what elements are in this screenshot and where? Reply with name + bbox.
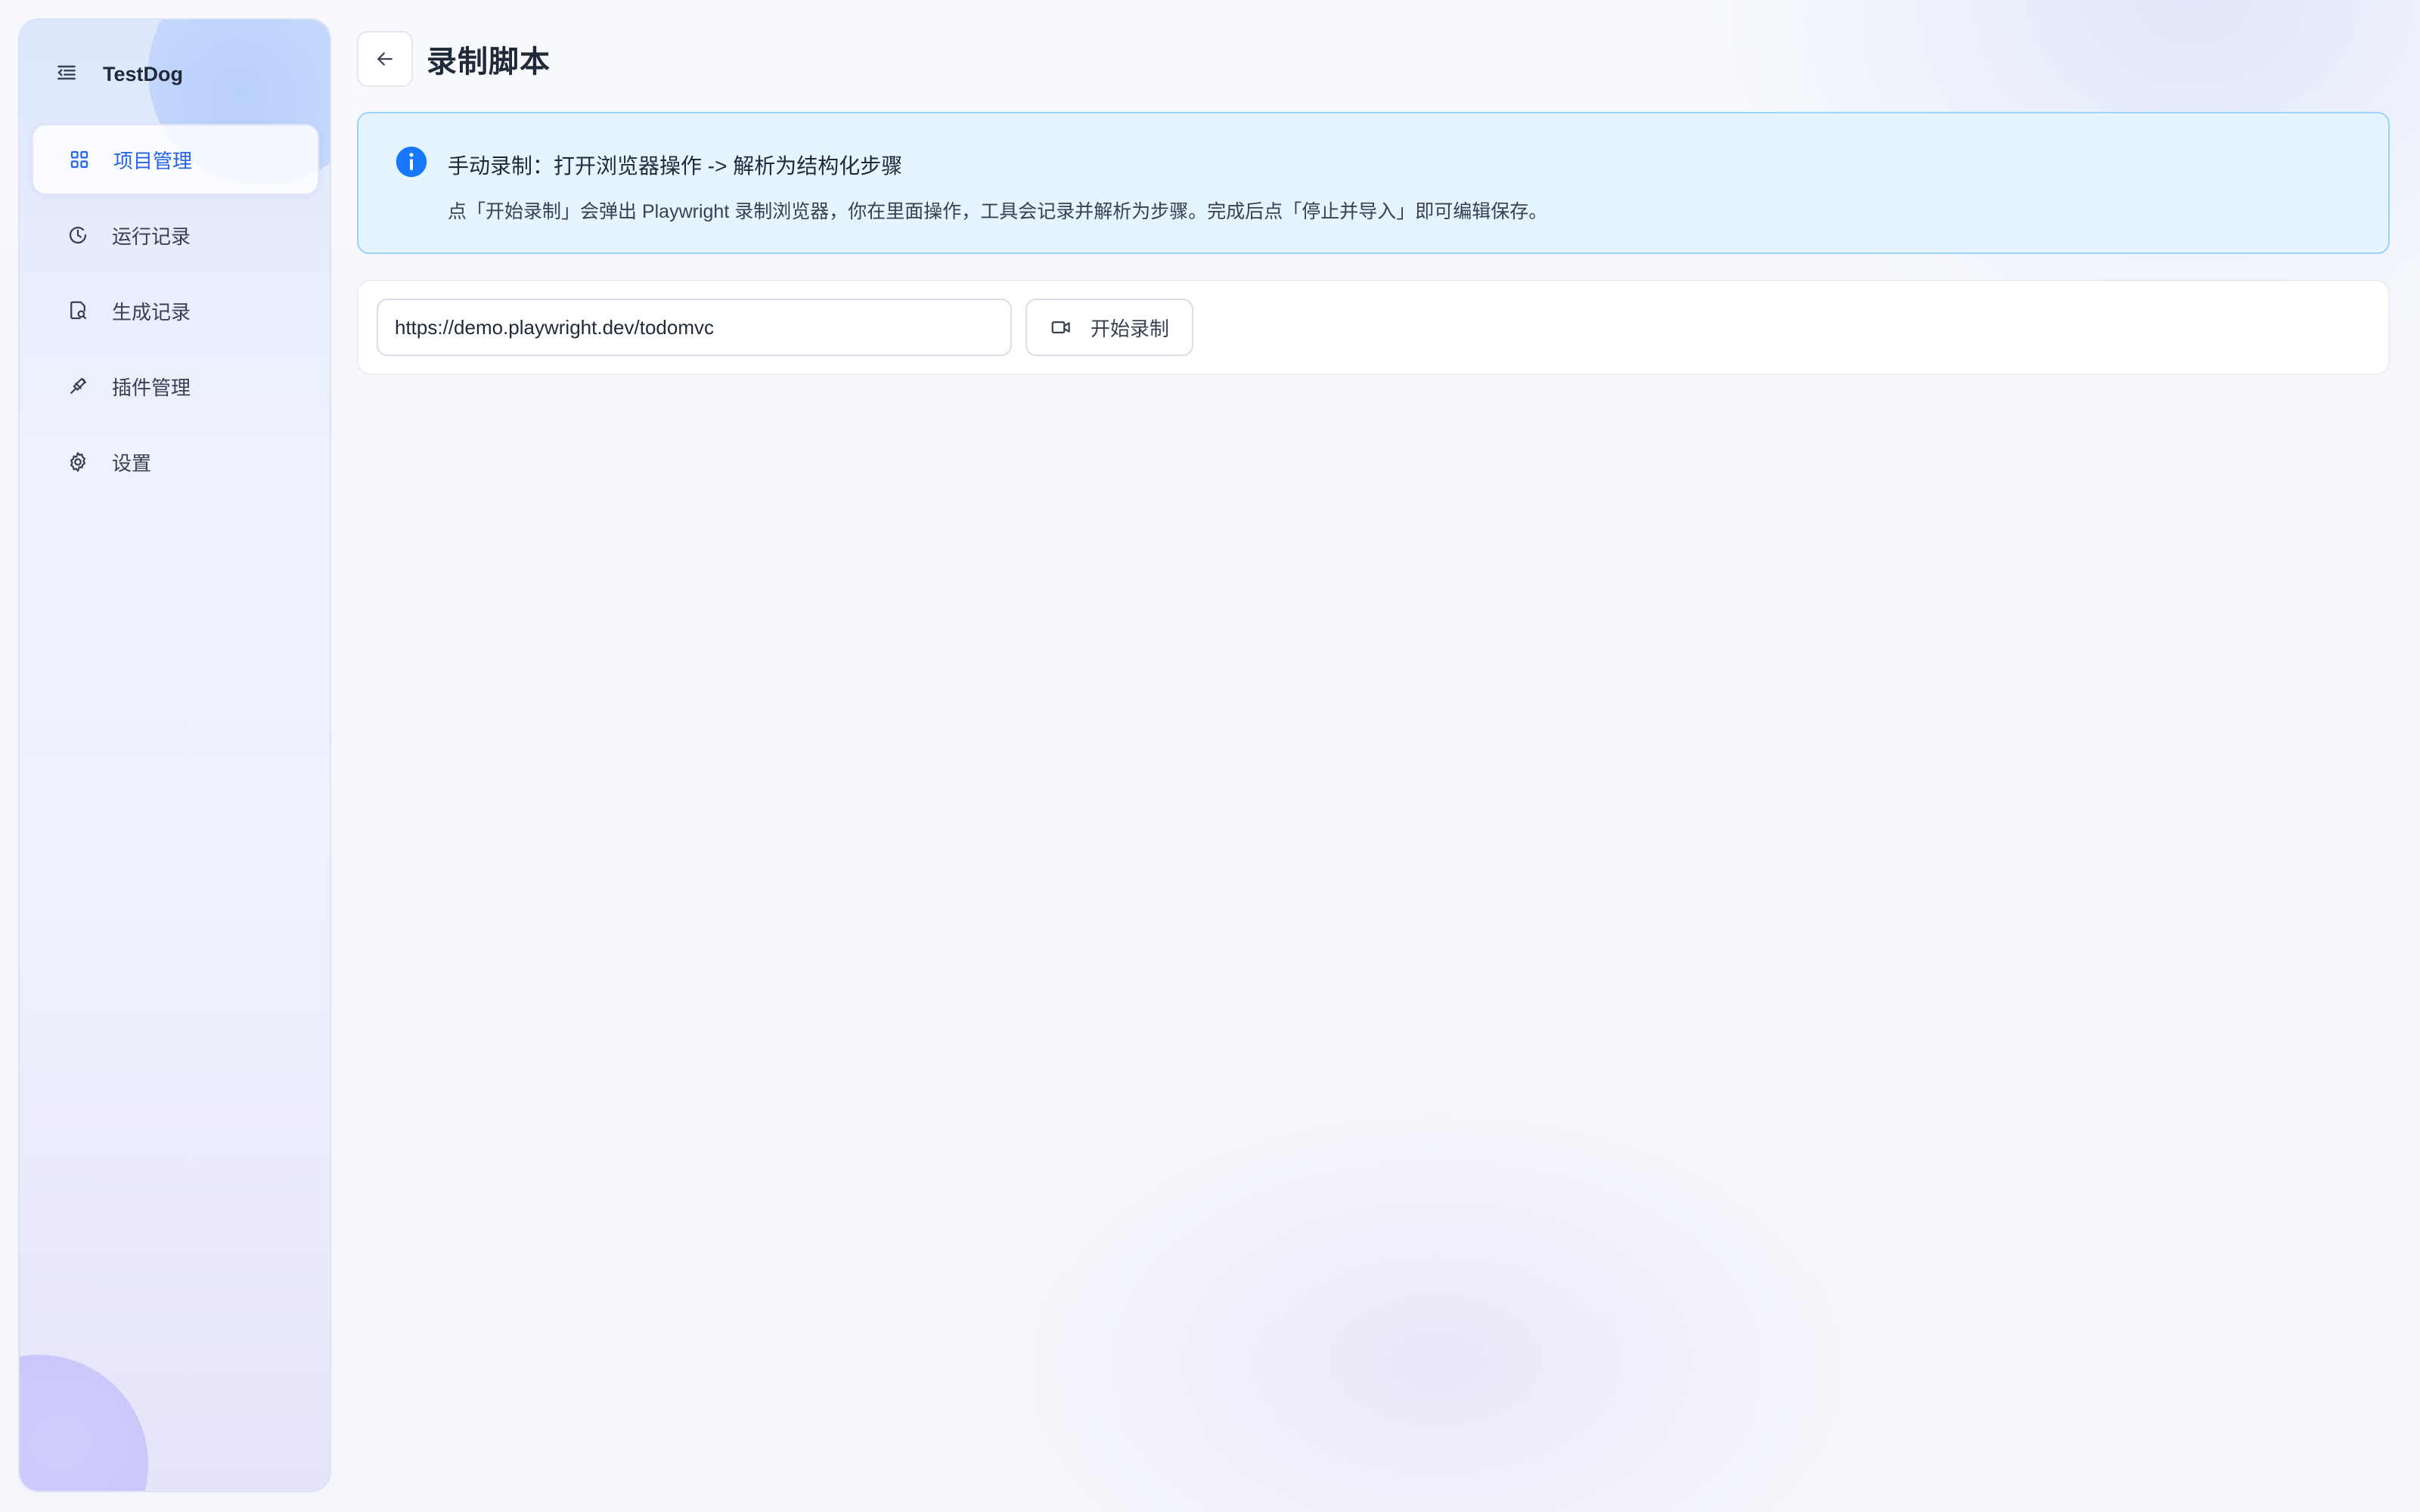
start-recording-button[interactable]: 开始录制 [1025, 299, 1194, 356]
arrow-left-icon [377, 52, 392, 66]
recorder-card: 开始录制 [357, 280, 2390, 375]
plugin-icon [67, 375, 89, 398]
clock-icon [67, 224, 89, 246]
back-button[interactable] [357, 31, 413, 87]
sidebar-nav: 项目管理 运行记录 生成记录 插件管理 设置 [32, 124, 319, 502]
start-recording-label: 开始录制 [1091, 317, 1170, 340]
grid-icon [68, 148, 91, 171]
sidebar-item-label: 项目管理 [113, 149, 193, 172]
brand: TestDog [54, 60, 183, 88]
menu-collapse-icon[interactable] [54, 60, 79, 88]
info-alert: 手动录制：打开浏览器操作 -> 解析为结构化步骤 点「开始录制」会弹出 Play… [357, 112, 2390, 254]
page-header: 录制脚本 [357, 30, 2390, 88]
sidebar-decoration-bottom [20, 1355, 148, 1491]
brand-title: TestDog [103, 63, 183, 85]
sidebar-item-label: 运行记录 [112, 225, 191, 248]
sidebar-item-runs[interactable]: 运行记录 [32, 200, 319, 271]
video-camera-icon [1051, 321, 1070, 333]
sidebar-item-label: 设置 [112, 451, 152, 475]
alert-title: 手动录制：打开浏览器操作 -> 解析为结构化步骤 [448, 154, 903, 178]
sidebar-item-generations[interactable]: 生成记录 [32, 275, 319, 346]
url-input[interactable] [377, 299, 1012, 356]
sidebar-item-plugins[interactable]: 插件管理 [32, 351, 319, 422]
sidebar-item-label: 生成记录 [112, 300, 191, 324]
gear-icon [67, 451, 89, 473]
main-content: 录制脚本 手动录制：打开浏览器操作 -> 解析为结构化步骤 点「开始录制」会弹出… [357, 30, 2390, 375]
page-title: 录制脚本 [427, 45, 551, 79]
alert-description: 点「开始录制」会弹出 Playwright 录制浏览器，你在里面操作，工具会记录… [448, 201, 1548, 222]
file-search-icon [67, 299, 89, 322]
sidebar-item-projects[interactable]: 项目管理 [32, 124, 319, 195]
sidebar-item-settings[interactable]: 设置 [32, 426, 319, 497]
info-icon [396, 146, 427, 178]
sidebar: TestDog 项目管理 运行记录 生成记录 插件管理 设置 [18, 18, 331, 1492]
sidebar-item-label: 插件管理 [112, 376, 191, 399]
